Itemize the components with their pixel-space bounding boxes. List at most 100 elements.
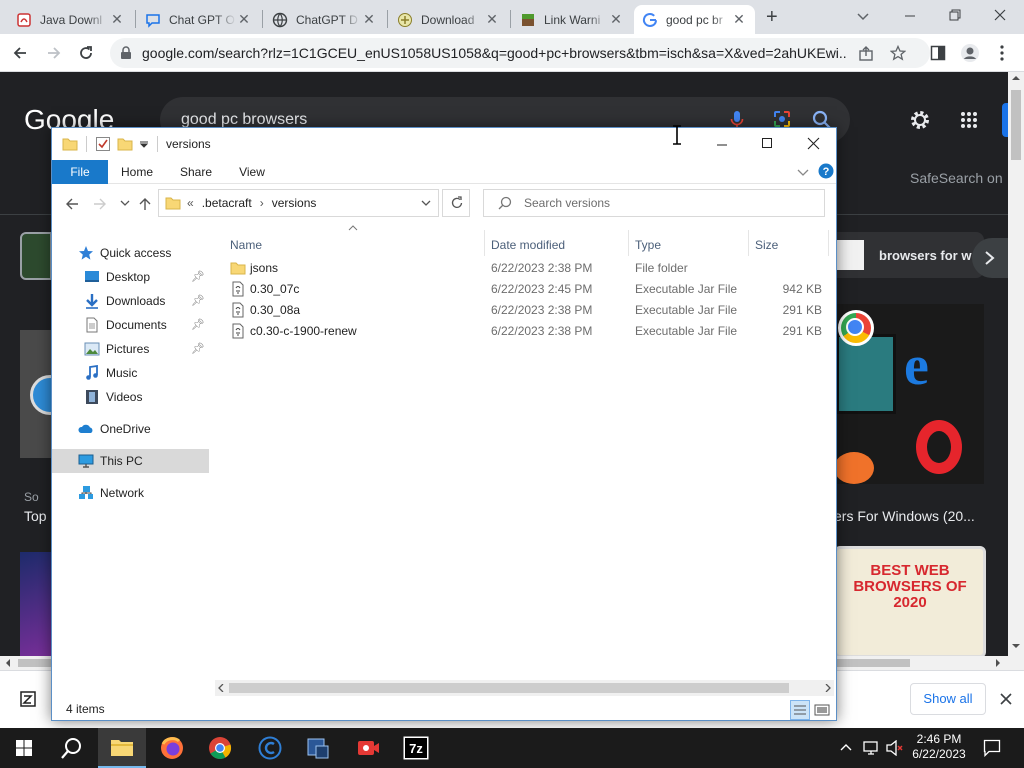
close-icon[interactable]: ✕ [361,11,377,28]
tab-file[interactable]: File [52,160,108,184]
column-header-date[interactable]: Date modified [491,234,565,256]
pin-icon[interactable]: 📌︎ [191,294,205,307]
taskbar-search-button[interactable] [48,728,96,768]
start-button[interactable] [0,728,48,768]
taskbar-app[interactable] [294,728,342,768]
google-apps-grid-icon[interactable] [960,111,978,129]
scroll-left-arrow-icon[interactable] [217,684,225,692]
lock-icon[interactable] [120,46,132,60]
show-all-button[interactable]: Show all [910,683,986,715]
tab-good-pc-browsers[interactable]: good pc br ✕ [634,5,755,34]
close-window-icon[interactable] [993,8,1007,22]
tab-link-warning[interactable]: Link Warni ✕ [512,5,632,34]
tab-share[interactable]: Share [172,160,220,184]
close-icon[interactable] [1000,693,1012,705]
close-icon[interactable]: ✕ [484,11,500,28]
nav-desktop[interactable]: Desktop 📌︎ [52,265,209,289]
address-dropdown-chevron-icon[interactable] [421,200,431,208]
address-bar[interactable]: google.com/search?rlz=1C1GCEU_enUS1058US… [110,38,930,68]
close-icon[interactable] [807,137,820,150]
nav-videos[interactable]: Videos [52,385,209,409]
back-arrow-icon[interactable] [65,197,79,211]
image-title[interactable]: ers For Windows (20... [834,508,975,524]
maximize-icon[interactable] [761,137,773,149]
search-versions-input[interactable]: Search versions [483,189,825,217]
tray-overflow-chevron-icon[interactable] [840,742,852,752]
network-tray-icon[interactable] [863,740,879,756]
close-icon[interactable]: ✕ [109,11,125,28]
tab-chatgpt-d[interactable]: ChatGPT D ✕ [264,5,385,34]
settings-gear-icon[interactable] [909,109,931,131]
nav-documents[interactable]: Documents 📌︎ [52,313,209,337]
taskbar-clock[interactable]: 2:46 PM 6/22/2023 [908,732,970,762]
bookmark-star-icon[interactable] [890,45,906,61]
image-thumbnail[interactable] [20,330,70,458]
taskbar-chrome[interactable] [196,728,244,768]
column-header-size[interactable]: Size [755,234,778,256]
share-icon[interactable] [858,46,874,62]
breadcrumb-parent[interactable]: .betacraft [202,196,252,210]
tab-chat-gpt-o[interactable]: Chat GPT O ✕ [137,5,260,34]
tab-view[interactable]: View [230,160,274,184]
page-vertical-scrollbar[interactable] [1008,72,1024,658]
close-icon[interactable]: ✕ [608,11,624,28]
minimize-icon[interactable] [903,9,917,23]
restore-icon[interactable] [948,8,962,22]
tab-download[interactable]: Download ✕ [389,5,508,34]
help-icon[interactable]: ? [818,163,834,179]
breadcrumb-current[interactable]: versions [272,196,317,210]
refresh-button[interactable] [442,189,470,217]
forward-arrow-icon[interactable] [46,45,62,61]
safesearch-label[interactable]: SafeSearch on [910,170,1003,186]
kebab-menu-icon[interactable] [998,44,1006,62]
nav-network[interactable]: Network [52,481,209,505]
image-title[interactable]: Top [24,508,47,524]
nav-pictures[interactable]: Pictures 📌︎ [52,337,209,361]
nav-downloads[interactable]: Downloads 📌︎ [52,289,209,313]
taskbar-ccleaner[interactable] [246,728,294,768]
address-box[interactable]: « .betacraft › versions [158,189,439,217]
taskbar-7zip[interactable]: 7z [392,728,440,768]
archive-file-icon[interactable] [20,691,36,707]
explorer-title-bar[interactable]: versions [52,128,836,160]
nav-this-pc[interactable]: This PC [52,449,209,473]
new-folder-icon[interactable] [117,136,133,152]
details-view-icon[interactable] [790,700,810,720]
column-header-type[interactable]: Type [635,234,661,256]
scroll-left-arrow-icon[interactable] [4,659,12,667]
tab-java-download[interactable]: Java Downl ✕ [8,5,133,34]
file-row-jsons[interactable]: jsons 6/22/2023 2:38 PM File folder [228,258,834,279]
side-panel-icon[interactable] [930,45,946,61]
properties-check-icon[interactable] [95,136,111,152]
taskbar-firefox[interactable] [148,728,196,768]
nav-quick-access[interactable]: Quick access [52,241,209,265]
taskbar-file-explorer[interactable] [98,728,146,768]
forward-arrow-icon[interactable] [93,197,107,211]
tab-search-chevron-icon[interactable] [856,9,870,23]
taskbar-screen-recorder[interactable] [344,728,392,768]
notification-center-icon[interactable] [983,739,1001,757]
scroll-up-arrow-icon[interactable] [1012,74,1020,82]
nav-music[interactable]: Music [52,361,209,385]
large-icons-view-icon[interactable] [814,702,830,718]
profile-avatar-icon[interactable] [960,43,980,63]
up-arrow-icon[interactable] [138,197,152,211]
scroll-thumb[interactable] [229,683,789,693]
quick-access-toolbar-dropdown-icon[interactable] [139,139,149,149]
close-icon[interactable]: ✕ [236,11,252,28]
best-web-browsers-image[interactable]: BEST WEB BROWSERS OF 2020 [834,546,986,658]
next-chips-button[interactable] [972,238,1008,278]
image-thumbnail[interactable] [20,232,52,280]
reload-icon[interactable] [78,45,94,61]
column-header-name[interactable]: Name [230,234,262,256]
image-source[interactable]: So [24,490,39,504]
scroll-right-arrow-icon[interactable] [824,684,832,692]
scroll-right-arrow-icon[interactable] [994,659,1002,667]
pin-icon[interactable]: 📌︎ [191,342,205,355]
nav-onedrive[interactable]: OneDrive [52,417,209,441]
tab-home[interactable]: Home [114,160,160,184]
minimize-icon[interactable] [716,138,728,150]
file-row-c0-30-c-1900-renew[interactable]: c0.30-c-1900-renew 6/22/2023 2:38 PM Exe… [228,321,834,342]
file-row-0-30-07c[interactable]: 0.30_07c 6/22/2023 2:45 PM Executable Ja… [228,279,834,300]
breadcrumb-separator[interactable]: › [260,196,264,210]
